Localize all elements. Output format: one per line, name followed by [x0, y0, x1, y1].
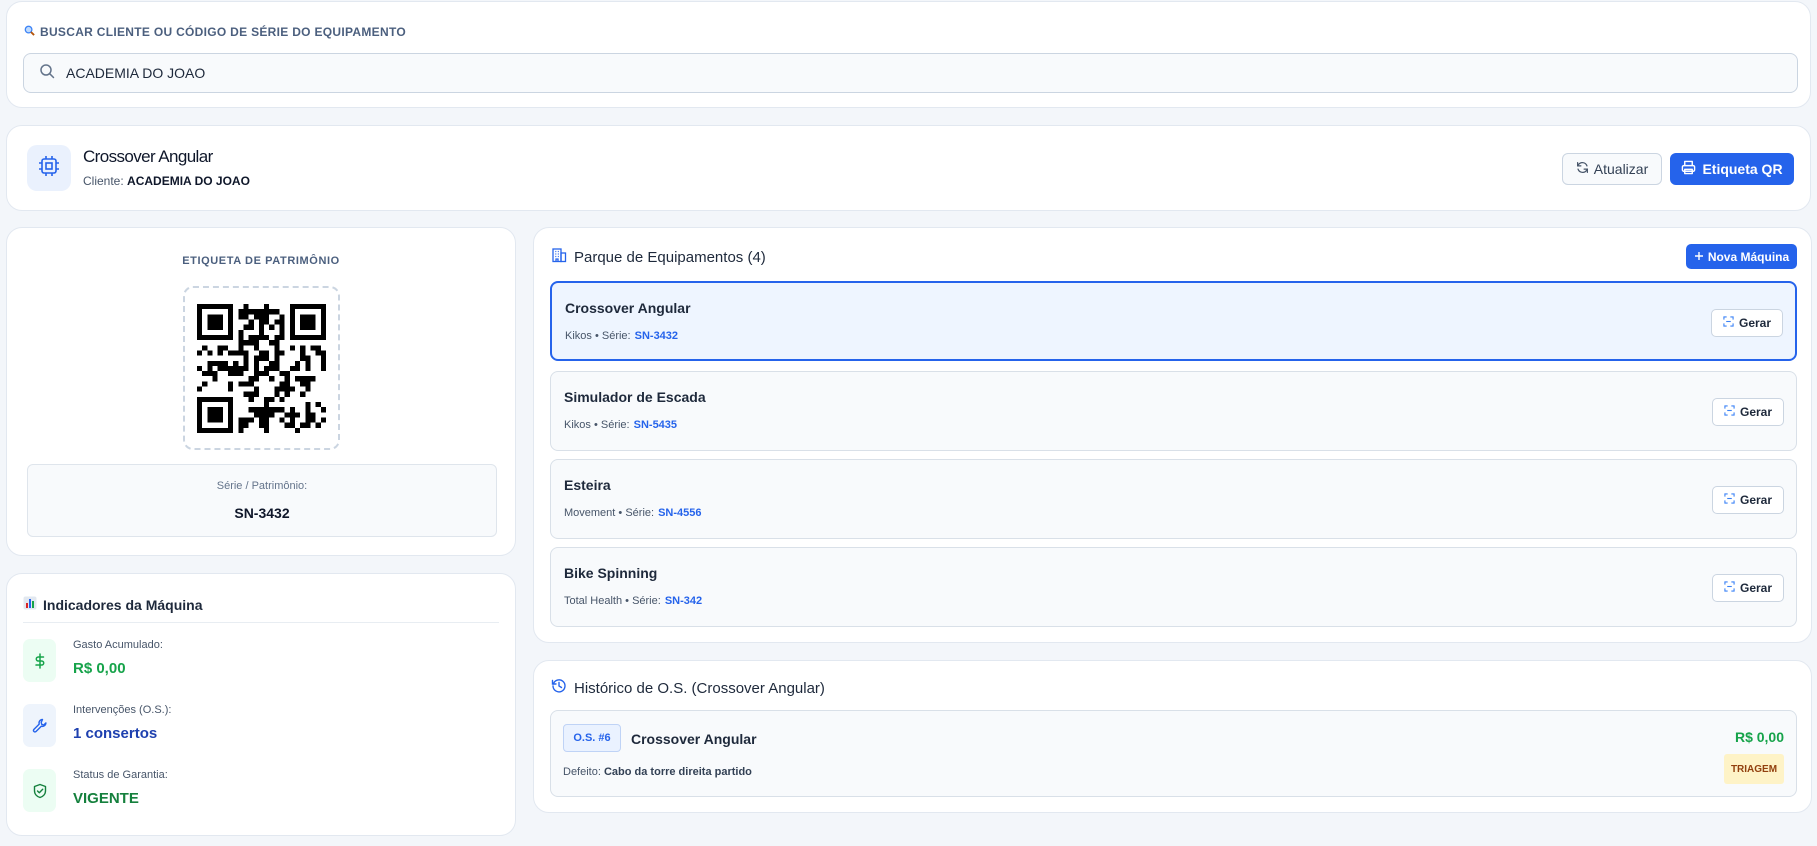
- equipment-serial: SN-3432: [634, 330, 679, 342]
- indicators-title: Indicadores da Máquina: [23, 596, 202, 613]
- generate-label: Gerar: [1739, 405, 1773, 419]
- magnifier-emoji-icon: [24, 25, 35, 39]
- equipment-item[interactable]: Bike Spinning Total Health • Série: SN-34…: [550, 547, 1797, 627]
- fleet-title-text: Parque de Equipamentos (4): [574, 248, 766, 266]
- equipment-brand: Movement: [564, 507, 616, 519]
- qr-button-label: Etiqueta QR: [1702, 161, 1783, 177]
- equipment-serial-label: Série:: [625, 507, 655, 519]
- status-badge: TRIAGEM: [1724, 754, 1784, 784]
- new-machine-button[interactable]: Nova Máquina: [1686, 244, 1797, 269]
- defect-label: Defeito:: [563, 766, 601, 778]
- serial-label: Série / Patrimônio:: [216, 480, 308, 492]
- equipment-brand: Kikos: [565, 330, 592, 342]
- generate-label: Gerar: [1739, 493, 1773, 507]
- bar-chart-icon: [23, 596, 37, 613]
- qr-scan-icon: [1724, 405, 1735, 419]
- history-title: Histórico de O.S. (Crossover Angular): [551, 678, 825, 698]
- service-order-history-card: Histórico de O.S. (Crossover Angular) O.…: [533, 660, 1812, 813]
- indicator-value: R$ 0,00: [73, 660, 126, 677]
- generate-qr-button[interactable]: Gerar: [1711, 309, 1783, 337]
- equipment-serial-label: Série:: [632, 595, 661, 607]
- equipment-item[interactable]: Esteira Movement • Série: SN-4556 Gerar: [550, 459, 1797, 539]
- equipment-item[interactable]: Simulador de Escada Kikos • Série: SN-543…: [550, 371, 1797, 451]
- indicator-label: Intervenções (O.S.):: [73, 704, 172, 716]
- qr-scan-icon: [1724, 581, 1735, 595]
- generate-label: Gerar: [1738, 316, 1772, 330]
- new-machine-label: Nova Máquina: [1707, 249, 1790, 264]
- equipment-serial-label: Série:: [600, 419, 630, 431]
- qr-scan-icon: [1723, 316, 1734, 330]
- machine-icon-box: [27, 145, 71, 191]
- search-card: BUSCAR CLIENTE OU CÓDIGO DE SÉRIE DO EQU…: [6, 1, 1811, 108]
- indicator-warranty: Status de Garantia: VIGENTE: [23, 769, 493, 819]
- fleet-title: Parque de Equipamentos (4): [551, 247, 766, 267]
- equipment-meta: Kikos • Série: SN-3432: [565, 330, 679, 342]
- search-input[interactable]: [66, 65, 1666, 81]
- serial-box: Série / Patrimônio: SN-3432: [27, 464, 497, 537]
- indicator-label: Status de Garantia:: [73, 769, 168, 781]
- indicator-value: 1 consertos: [73, 725, 158, 742]
- building-icon: [551, 247, 567, 267]
- equipment-brand: Total Health: [564, 595, 623, 607]
- qr-code-frame: [183, 286, 340, 450]
- service-order-price: R$ 0,00: [1734, 729, 1784, 745]
- equipment-serial: SN-4556: [658, 507, 702, 519]
- equipment-serial: SN-5435: [633, 419, 678, 431]
- client-label: Cliente:: [83, 174, 124, 188]
- indicator-label: Gasto Acumulado:: [73, 639, 163, 651]
- client-info: Cliente: ACADEMIA DO JOAO: [83, 174, 250, 188]
- equipment-fleet-card: Parque de Equipamentos (4) Nova Máquina …: [533, 227, 1812, 643]
- indicator-interventions: Intervenções (O.S.): 1 consertos: [23, 704, 493, 754]
- equipment-meta: Movement • Série: SN-4556: [564, 507, 702, 519]
- equipment-serial-label: Série:: [601, 330, 631, 342]
- printer-icon: [1681, 160, 1696, 178]
- qr-code-image: [197, 303, 326, 433]
- search-icon: [39, 63, 55, 84]
- asset-tag-card: ETIQUETA DE PATRIMÔNIO Série / Patrimôni…: [6, 227, 516, 556]
- serial-value: SN-3432: [234, 505, 290, 521]
- indicator-spent: Gasto Acumulado: R$ 0,00: [23, 639, 493, 689]
- plus-icon: [1694, 250, 1704, 264]
- indicators-divider: [23, 622, 499, 623]
- generate-qr-button[interactable]: Gerar: [1712, 398, 1784, 426]
- service-order-defect: Defeito: Cabo da torre direita partido: [563, 766, 752, 778]
- equipment-item[interactable]: Crossover Angular Kikos • Série: SN-3432 …: [550, 281, 1797, 361]
- service-order-number: O.S. #6: [563, 724, 621, 752]
- equipment-name: Esteira: [564, 477, 611, 493]
- asset-tag-title: ETIQUETA DE PATRIMÔNIO: [182, 255, 340, 267]
- search-label-text: BUSCAR CLIENTE OU CÓDIGO DE SÉRIE DO EQU…: [40, 25, 406, 39]
- equipment-brand: Kikos: [564, 419, 591, 431]
- wrench-icon: [23, 704, 56, 747]
- equipment-meta: Total Health • Série: SN-342: [564, 595, 703, 607]
- client-name: ACADEMIA DO JOAO: [127, 174, 250, 188]
- qr-label-button[interactable]: Etiqueta QR: [1670, 153, 1794, 185]
- service-order-machine: Crossover Angular: [631, 731, 757, 747]
- refresh-icon: [1576, 161, 1589, 177]
- equipment-name: Crossover Angular: [565, 300, 691, 316]
- indicator-value: VIGENTE: [73, 790, 139, 807]
- equipment-serial: SN-342: [664, 595, 703, 607]
- dollar-icon: [23, 639, 56, 682]
- generate-label: Gerar: [1739, 581, 1773, 595]
- history-title-text: Histórico de O.S. (Crossover Angular): [574, 679, 825, 697]
- qr-scan-icon: [1724, 493, 1735, 507]
- service-order-item[interactable]: O.S. #6 Crossover Angular Defeito: Cabo …: [550, 710, 1797, 797]
- page-title: Crossover Angular: [83, 147, 213, 166]
- equipment-name: Simulador de Escada: [564, 389, 706, 405]
- indicators-title-text: Indicadores da Máquina: [43, 596, 203, 613]
- defect-text: Cabo da torre direita partido: [603, 766, 752, 778]
- shield-check-icon: [23, 769, 56, 812]
- generate-qr-button[interactable]: Gerar: [1712, 574, 1784, 602]
- cpu-chip-icon: [37, 154, 61, 183]
- machine-indicators-card: Indicadores da Máquina Gasto Acumulado: …: [6, 573, 516, 836]
- machine-header-card: Crossover Angular Cliente: ACADEMIA DO J…: [6, 125, 1811, 211]
- search-box[interactable]: [23, 53, 1798, 93]
- search-label: BUSCAR CLIENTE OU CÓDIGO DE SÉRIE DO EQU…: [24, 25, 406, 39]
- equipment-name: Bike Spinning: [564, 565, 658, 581]
- generate-qr-button[interactable]: Gerar: [1712, 486, 1784, 514]
- history-icon: [551, 678, 567, 698]
- refresh-button[interactable]: Atualizar: [1562, 153, 1662, 185]
- equipment-meta: Kikos • Série: SN-5435: [564, 419, 678, 431]
- refresh-button-label: Atualizar: [1593, 161, 1649, 177]
